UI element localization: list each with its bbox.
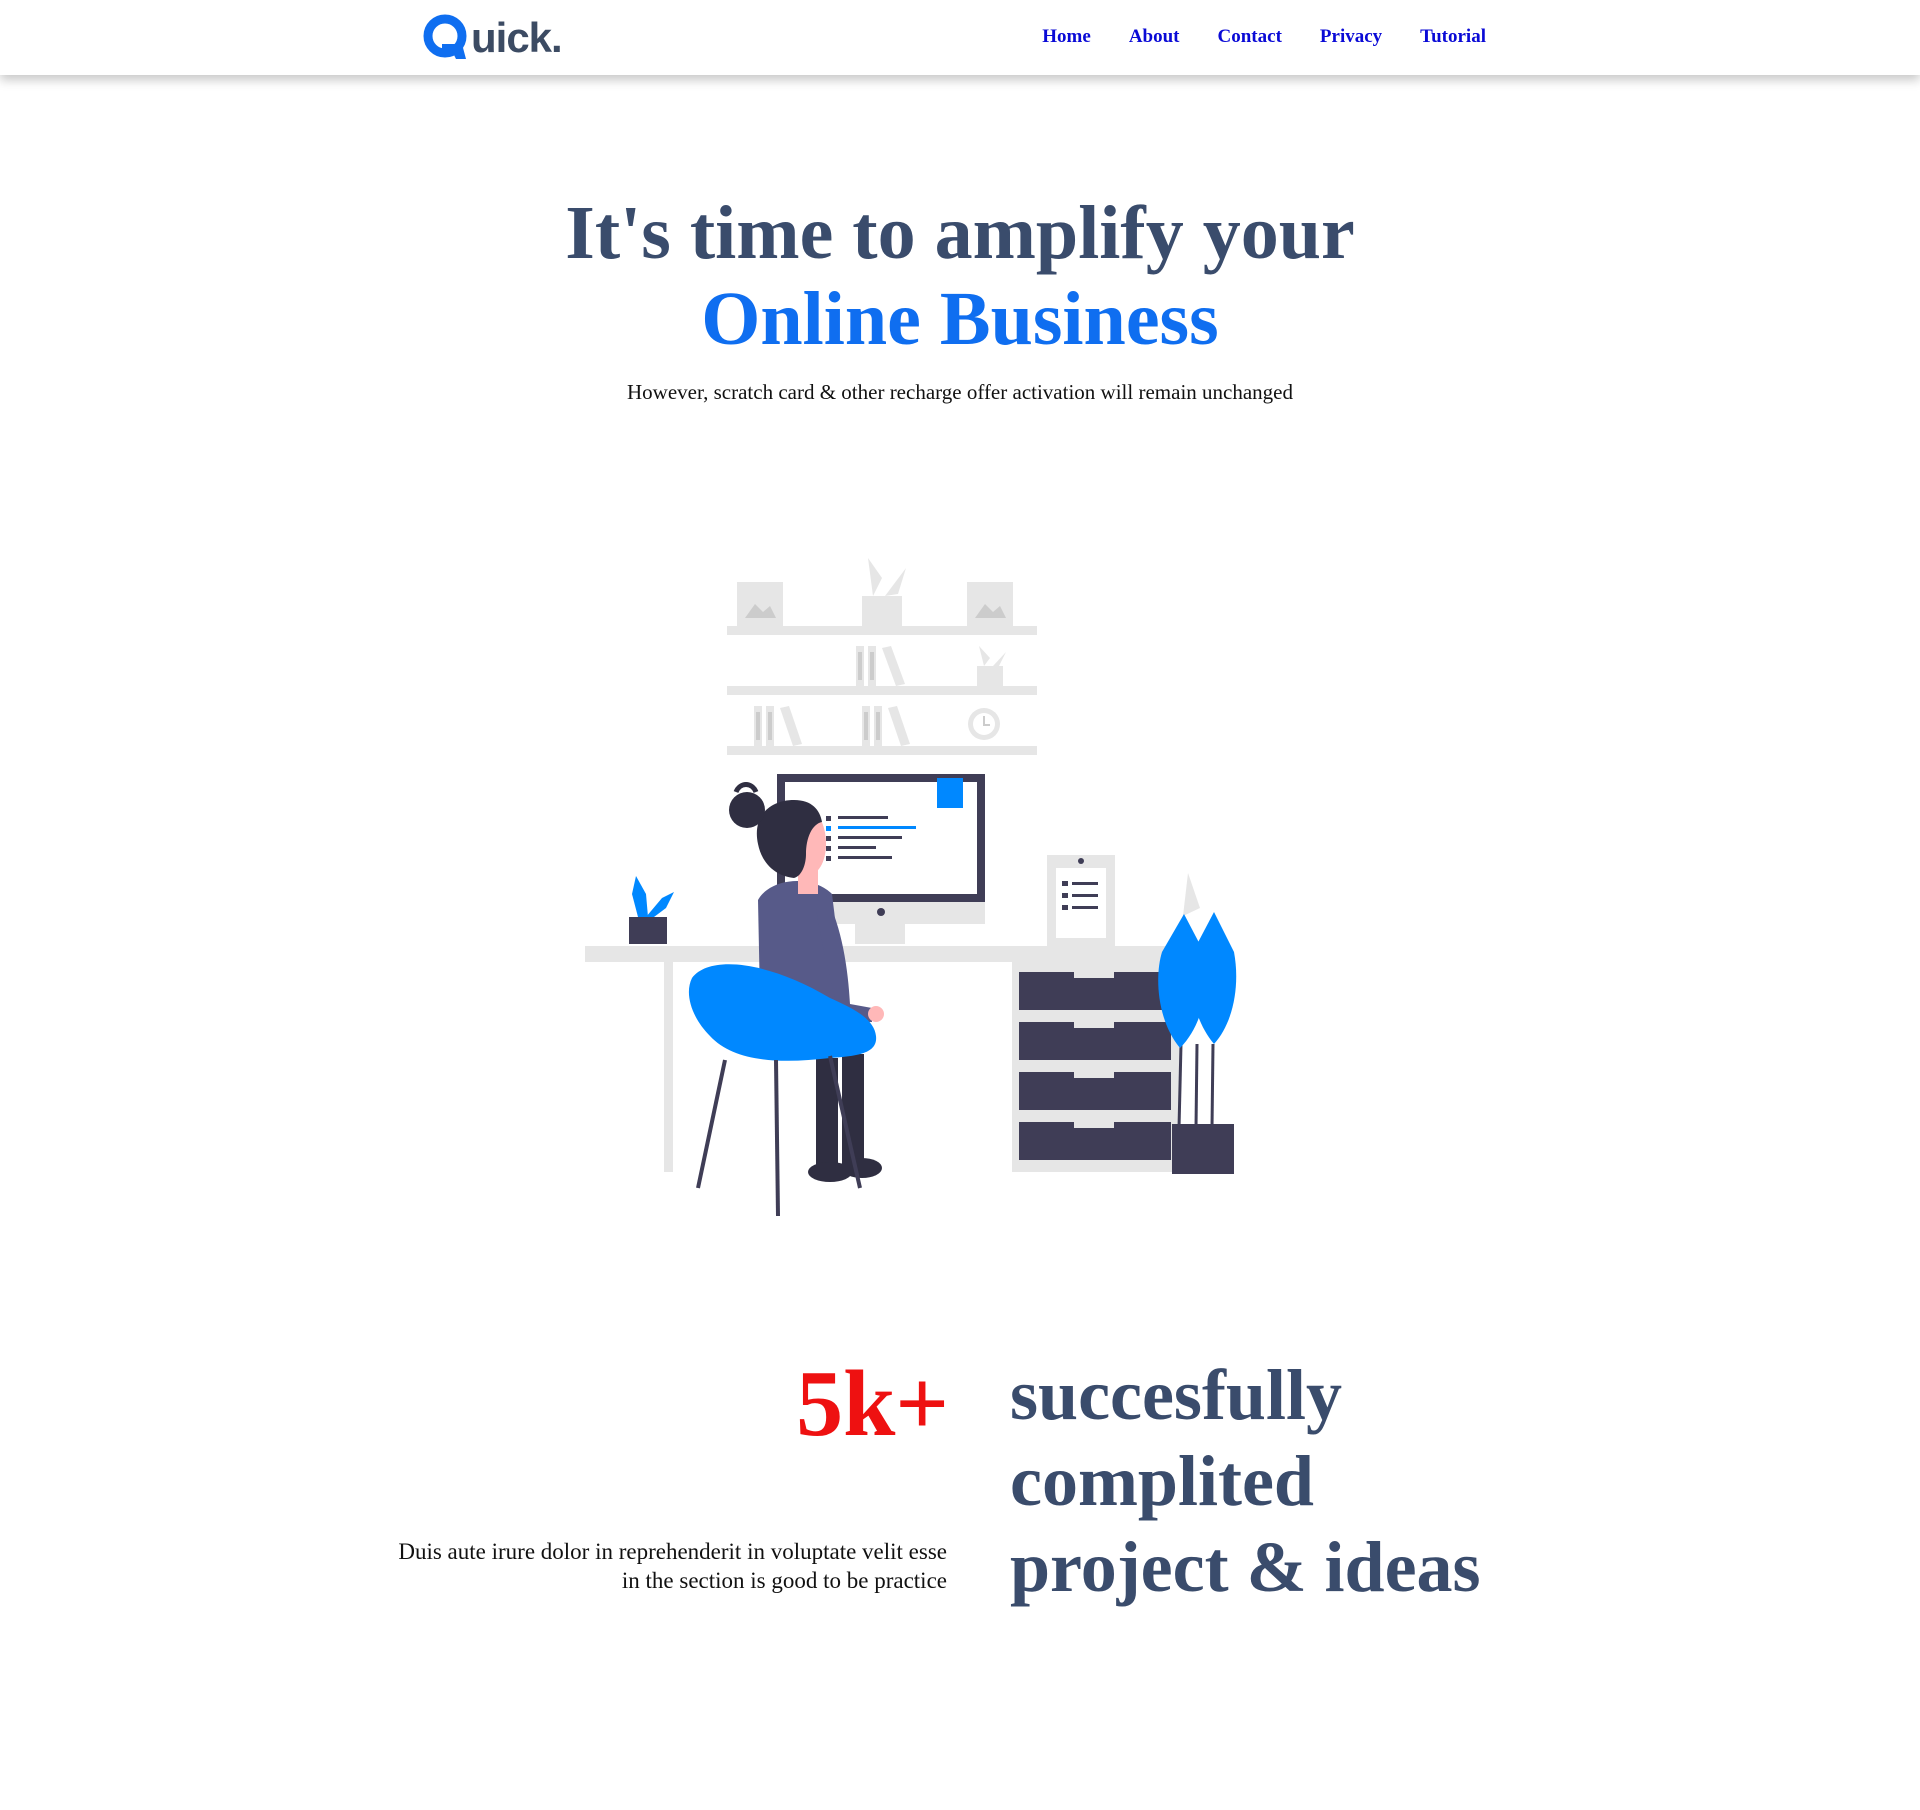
stat-heading-line2: complited	[1010, 1441, 1314, 1521]
desk-plant	[629, 876, 674, 944]
hero-title: It's time to amplify your Online Busines…	[0, 190, 1920, 362]
stat-number: 5k+	[796, 1352, 949, 1456]
stat-description: Duis aute irure dolor in reprehenderit i…	[398, 1539, 947, 1593]
hero-subtitle: However, scratch card & other recharge o…	[626, 380, 1293, 404]
main-nav: Home About Contact Privacy Tutorial	[1004, 25, 1486, 49]
nav-contact[interactable]: Contact	[1218, 25, 1282, 49]
logo-q-icon	[423, 14, 467, 59]
stat-heading-line1: succesfully	[1010, 1355, 1342, 1435]
logo-text: uick.	[471, 14, 563, 61]
nav-tutorial[interactable]: Tutorial	[1420, 25, 1486, 49]
nav-privacy[interactable]: Privacy	[1320, 25, 1382, 49]
tablet	[1047, 855, 1115, 946]
hero-title-line2: Online Business	[701, 277, 1219, 361]
hero-title-line1: It's time to amplify your	[565, 191, 1355, 275]
logo[interactable]: uick.	[422, 6, 563, 62]
navbar: uick. Home About Contact Privacy Tutoria…	[0, 0, 1920, 75]
stat-heading: succesfully complited project & ideas	[1010, 1352, 1570, 1610]
stat-heading-line3: project & ideas	[1010, 1527, 1481, 1607]
nav-about[interactable]: About	[1129, 25, 1180, 49]
nav-home[interactable]: Home	[1042, 25, 1091, 49]
person-at-desk-illustration	[585, 558, 1237, 1217]
